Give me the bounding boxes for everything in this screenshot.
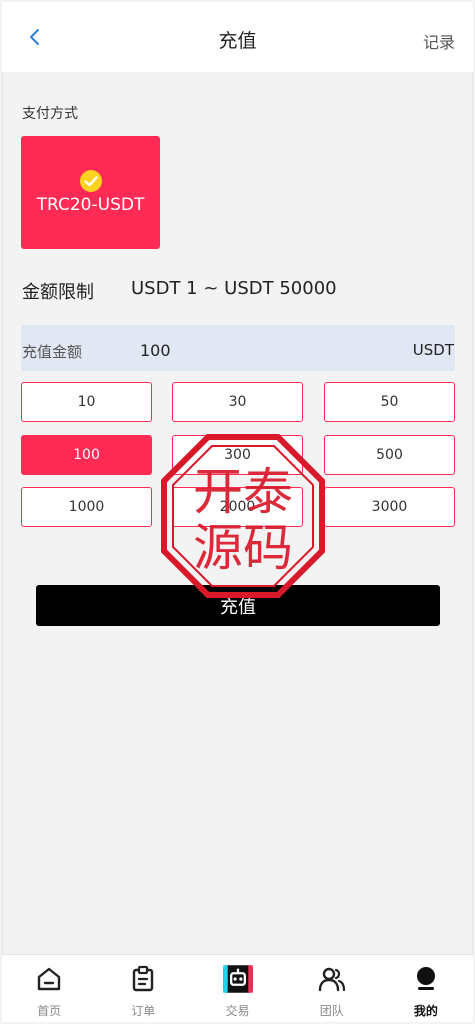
tab-orders[interactable]: 订单 (96, 955, 190, 1022)
tab-profile-label: 我的 (413, 1004, 438, 1018)
record-link[interactable]: 记录 (423, 29, 455, 53)
preset-amount-button[interactable]: 3000 (324, 487, 455, 527)
tab-home[interactable]: 首页 (2, 955, 96, 1022)
tab-home-label: 首页 (37, 1004, 62, 1018)
preset-amount-button[interactable]: 300 (172, 435, 303, 475)
tab-trade-label: 交易 (225, 1004, 250, 1018)
limit-value: USDT 1 ~ USDT 50000 (131, 278, 337, 299)
preset-amount-button[interactable]: 30 (172, 382, 303, 422)
page-title: 充值 (218, 30, 257, 52)
submit-recharge-button[interactable]: 充值 (36, 585, 440, 626)
check-circle-icon (80, 170, 102, 192)
amount-input[interactable] (140, 339, 370, 361)
amount-label: 充值金额 (22, 343, 83, 361)
tab-profile[interactable]: 我的 (379, 955, 473, 1022)
bottom-tab-bar: 首页 订单 交易 团队 我的 (2, 954, 473, 1022)
payment-method-label: 支付方式 (22, 106, 78, 122)
robot-icon (222, 965, 253, 993)
tab-trade[interactable]: 交易 (190, 955, 284, 1022)
amount-unit: USDT (412, 341, 454, 359)
preset-amount-button[interactable]: 1000 (21, 487, 152, 527)
tab-team[interactable]: 团队 (285, 955, 379, 1022)
top-nav-bar: 充值 记录 (2, 2, 473, 72)
limit-label: 金额限制 (22, 282, 94, 303)
user-icon (416, 967, 435, 990)
preset-amount-button[interactable]: 50 (324, 382, 455, 422)
tab-team-label: 团队 (319, 1004, 344, 1018)
preset-amount-button[interactable]: 10 (21, 382, 152, 422)
tab-orders-label: 订单 (131, 1004, 156, 1018)
preset-amount-button[interactable]: 2000 (172, 487, 303, 527)
home-icon (37, 967, 61, 991)
payment-method-name: TRC20-USDT (36, 195, 145, 215)
clipboard-icon (133, 965, 154, 992)
team-icon (318, 967, 345, 992)
preset-amount-button-selected[interactable]: 100 (21, 435, 152, 475)
preset-amount-button[interactable]: 500 (324, 435, 455, 475)
